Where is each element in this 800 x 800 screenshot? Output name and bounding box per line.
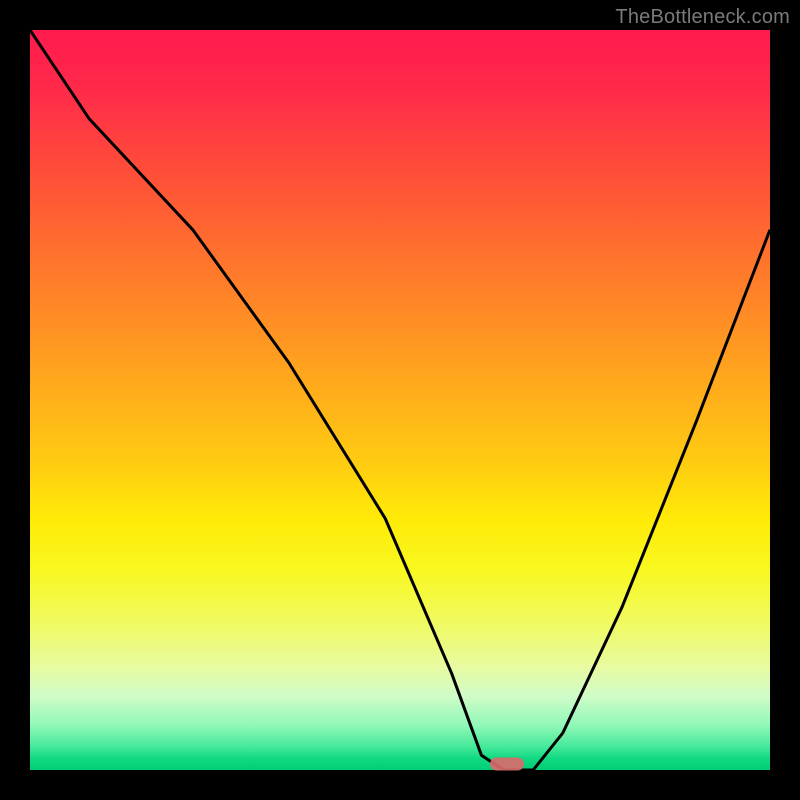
watermark-text: TheBottleneck.com [615,6,790,29]
plot-area [30,30,770,770]
curve-layer [30,30,770,770]
chart-frame: TheBottleneck.com [0,0,800,800]
bottleneck-curve [30,30,770,770]
optimal-marker [490,758,524,771]
